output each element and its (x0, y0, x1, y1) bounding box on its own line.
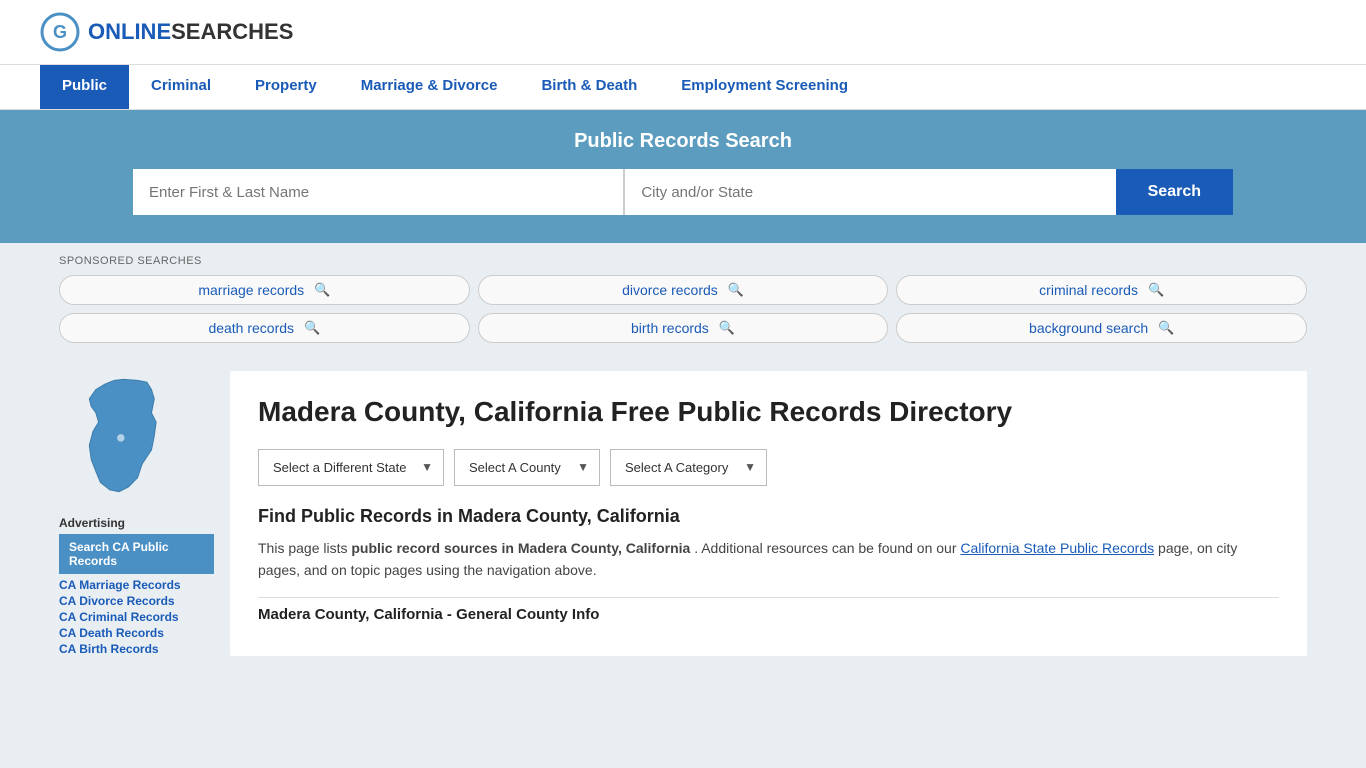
ad-link-1[interactable]: CA Divorce Records (59, 594, 214, 608)
sponsored-section: SPONSORED SEARCHES marriage records 🔍 di… (43, 243, 1323, 355)
ad-link-3[interactable]: CA Death Records (59, 626, 214, 640)
ad-link-0[interactable]: CA Marriage Records (59, 578, 214, 592)
location-input[interactable] (624, 169, 1115, 215)
pill-marriage-records[interactable]: marriage records 🔍 (59, 275, 470, 305)
ad-links: CA Marriage Records CA Divorce Records C… (59, 578, 214, 656)
dropdown-row: Select a Different State ▼ Select A Coun… (258, 449, 1279, 486)
main-nav: Public Criminal Property Marriage & Divo… (0, 65, 1366, 110)
nav-item-public[interactable]: Public (40, 65, 129, 109)
search-banner: Public Records Search Search (0, 110, 1366, 243)
logo-icon: G (40, 12, 80, 52)
search-icon-marriage: 🔍 (314, 282, 330, 298)
pill-background-search[interactable]: background search 🔍 (896, 313, 1307, 343)
nav-item-birth-death[interactable]: Birth & Death (519, 65, 659, 109)
category-dropdown[interactable]: Select A Category (611, 450, 766, 485)
search-icon-birth: 🔍 (719, 320, 735, 336)
sidebar: Advertising Search CA Public Records CA … (59, 371, 214, 656)
nav-item-criminal[interactable]: Criminal (129, 65, 233, 109)
section-title: Find Public Records in Madera County, Ca… (258, 506, 1279, 527)
sponsored-label: SPONSORED SEARCHES (59, 255, 1307, 267)
logo-area: G ONLINESEARCHES (40, 12, 293, 52)
divider (258, 597, 1279, 598)
search-button[interactable]: Search (1116, 169, 1233, 215)
county-dropdown-wrapper[interactable]: Select A County ▼ (454, 449, 600, 486)
pill-divorce-records[interactable]: divorce records 🔍 (478, 275, 889, 305)
nav-item-marriage-divorce[interactable]: Marriage & Divorce (339, 65, 520, 109)
pill-death-records[interactable]: death records 🔍 (59, 313, 470, 343)
search-icon-divorce: 🔍 (728, 282, 744, 298)
nav-item-employment[interactable]: Employment Screening (659, 65, 870, 109)
category-dropdown-wrapper[interactable]: Select A Category ▼ (610, 449, 767, 486)
state-dropdown[interactable]: Select a Different State (259, 450, 443, 485)
county-dropdown[interactable]: Select A County (455, 450, 599, 485)
ad-link-2[interactable]: CA Criminal Records (59, 610, 214, 624)
pill-criminal-records[interactable]: criminal records 🔍 (896, 275, 1307, 305)
sponsored-pills-row2: death records 🔍 birth records 🔍 backgrou… (59, 313, 1307, 343)
content-area: SPONSORED SEARCHES marriage records 🔍 di… (43, 243, 1323, 672)
main-container: SPONSORED SEARCHES marriage records 🔍 di… (43, 243, 1323, 672)
general-info-title: Madera County, California - General Coun… (258, 606, 1279, 623)
search-icon-death: 🔍 (304, 320, 320, 336)
ad-label: Advertising (59, 516, 214, 530)
state-map (59, 371, 214, 504)
svg-text:G: G (53, 22, 67, 42)
name-input[interactable] (133, 169, 624, 215)
search-icon-background: 🔍 (1158, 320, 1174, 336)
ad-highlight[interactable]: Search CA Public Records (59, 534, 214, 574)
california-map-svg (59, 371, 179, 501)
header: G ONLINESEARCHES (0, 0, 1366, 65)
main-content: Madera County, California Free Public Re… (230, 371, 1307, 656)
search-bar: Search (133, 169, 1233, 215)
sponsored-pills: marriage records 🔍 divorce records 🔍 cri… (59, 275, 1307, 305)
california-state-link[interactable]: California State Public Records (960, 540, 1154, 556)
nav-item-property[interactable]: Property (233, 65, 339, 109)
search-icon-criminal: 🔍 (1148, 282, 1164, 298)
section-description: This page lists public record sources in… (258, 537, 1279, 582)
search-banner-title: Public Records Search (40, 130, 1326, 153)
pill-birth-records[interactable]: birth records 🔍 (478, 313, 889, 343)
ad-link-4[interactable]: CA Birth Records (59, 642, 214, 656)
logo-text: ONLINESEARCHES (88, 19, 293, 45)
ad-section: Advertising Search CA Public Records CA … (59, 516, 214, 656)
state-dropdown-wrapper[interactable]: Select a Different State ▼ (258, 449, 444, 486)
content-body: Advertising Search CA Public Records CA … (43, 355, 1323, 672)
page-title: Madera County, California Free Public Re… (258, 395, 1279, 429)
